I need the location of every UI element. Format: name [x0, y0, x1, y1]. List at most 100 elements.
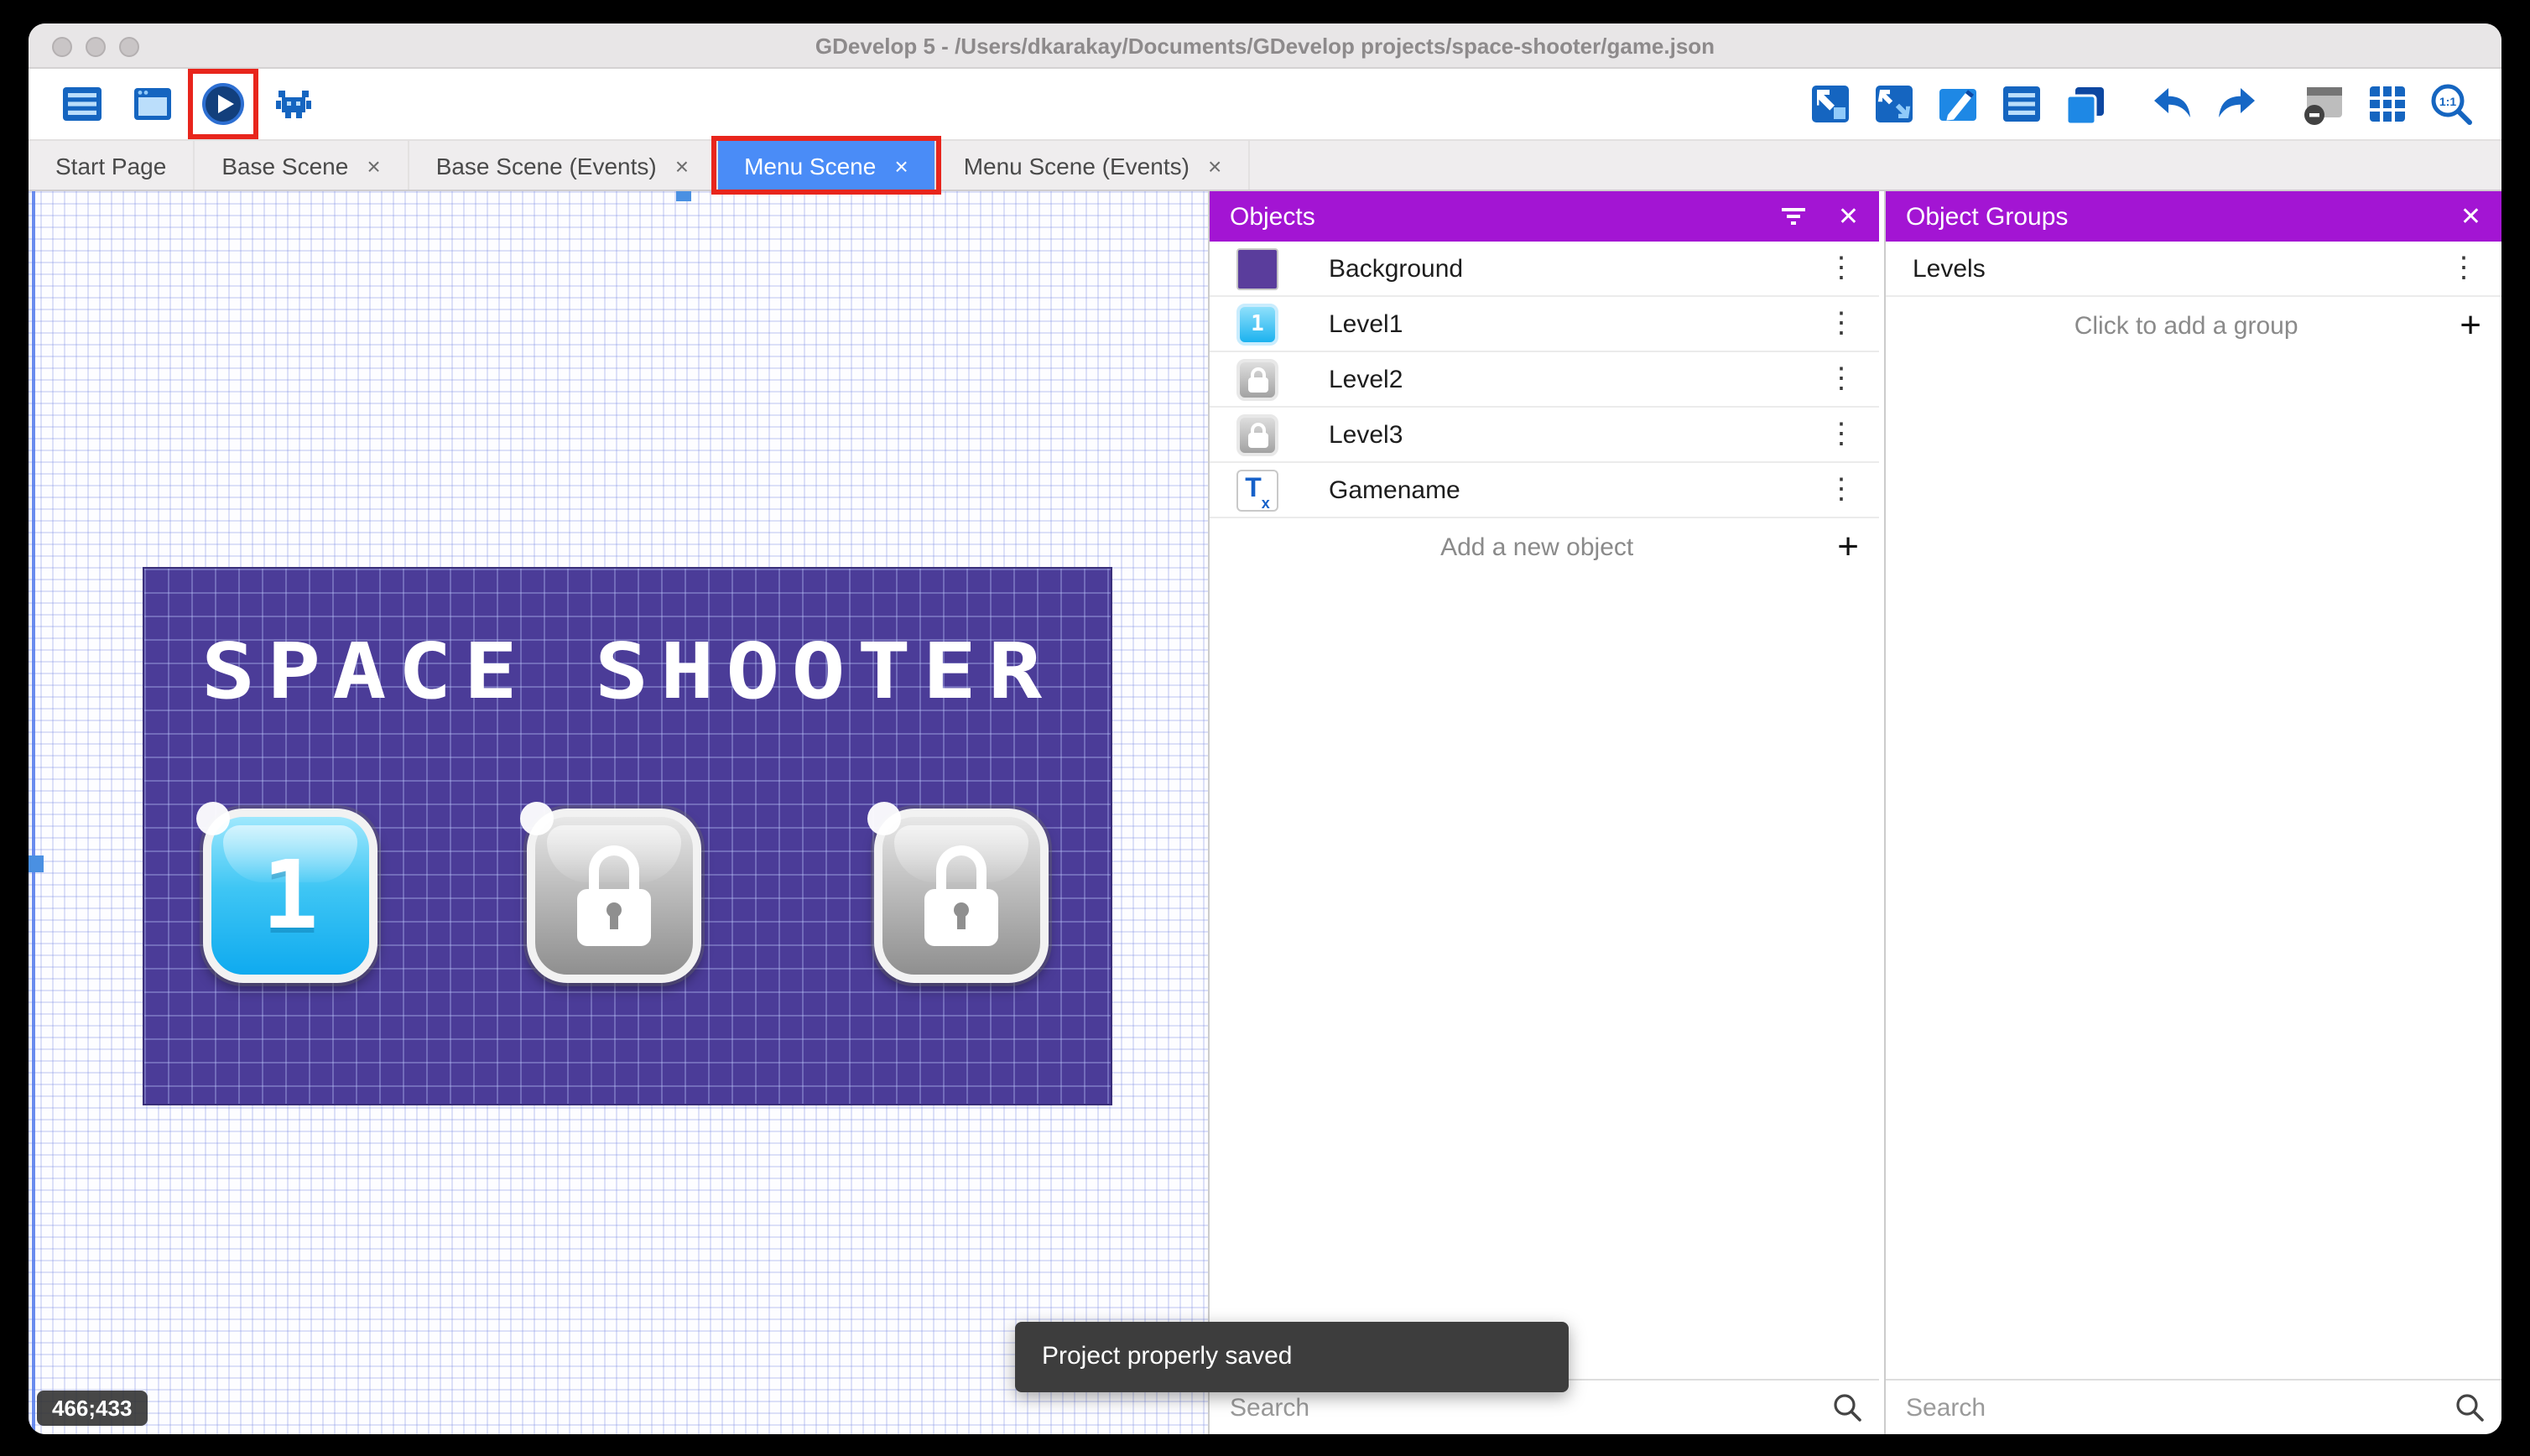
level1-button-sprite[interactable]: 1	[203, 809, 377, 983]
objects-editor-icon[interactable]	[1807, 81, 1854, 127]
search-icon	[1832, 1392, 1862, 1422]
level1-button-icon: 1	[1236, 303, 1278, 345]
preview-play-icon[interactable]	[200, 81, 247, 127]
properties-icon[interactable]	[1934, 81, 1981, 127]
gdevelop-window: GDevelop 5 - /Users/dkarakay/Documents/G…	[29, 23, 2501, 1434]
object-menu-icon[interactable]: ⋮	[1820, 473, 1862, 507]
tab-label: Base Scene (Events)	[436, 152, 657, 179]
objects-panel-title: Objects	[1230, 202, 1751, 231]
debugger-icon[interactable]	[270, 81, 317, 127]
group-label: Levels	[1913, 254, 2443, 283]
groups-search-bar	[1886, 1379, 2501, 1434]
scene-window-left-edge	[32, 191, 35, 1434]
object-menu-icon[interactable]: ⋮	[1820, 252, 1862, 285]
zoom-window-button[interactable]	[119, 36, 139, 56]
button-shine	[520, 802, 554, 835]
object-menu-icon[interactable]: ⋮	[1820, 362, 1862, 396]
objects-panel: Objects ✕ Background ⋮ 1 Level1 ⋮	[1208, 191, 1879, 1434]
object-groups-editor-icon[interactable]	[1871, 81, 1918, 127]
locked-button-icon	[1236, 358, 1278, 400]
mask-icon[interactable]	[2300, 81, 2347, 127]
object-row-gamename[interactable]: Tx Gamename ⋮	[1210, 463, 1879, 518]
tab-close-icon[interactable]: ×	[367, 153, 380, 177]
add-object-plus-icon[interactable]: +	[1837, 528, 1859, 565]
zoom-level-label: 1:1	[2439, 95, 2456, 108]
locked-button-icon	[1236, 413, 1278, 455]
objects-panel-empty-space	[1210, 575, 1879, 1379]
level3-button-sprite[interactable]	[874, 809, 1049, 983]
game-title-text[interactable]: SPACE SHOOTER	[143, 626, 1112, 716]
scroll-handle-top[interactable]	[676, 191, 691, 201]
search-icon	[2455, 1392, 2485, 1422]
project-manager-icon[interactable]	[59, 81, 106, 127]
add-group-label: Click to add a group	[1913, 311, 2460, 340]
close-window-button[interactable]	[52, 36, 72, 56]
object-menu-icon[interactable]: ⋮	[1820, 418, 1862, 451]
lock-icon	[921, 845, 1002, 946]
scene-preview[interactable]: SPACE SHOOTER 1	[143, 567, 1112, 1105]
object-label: Level2	[1329, 365, 1820, 393]
grid-icon[interactable]	[2364, 81, 2411, 127]
object-row-level2[interactable]: Level2 ⋮	[1210, 352, 1879, 408]
objects-search-input[interactable]	[1230, 1393, 1832, 1422]
object-label: Level1	[1329, 309, 1820, 338]
tab-bar: Start Page Base Scene × Base Scene (Even…	[29, 139, 2501, 190]
close-panel-icon[interactable]: ✕	[1838, 204, 1859, 229]
lock-icon	[574, 845, 654, 946]
object-row-level1[interactable]: 1 Level1 ⋮	[1210, 297, 1879, 352]
scroll-handle-left[interactable]	[29, 855, 44, 872]
layers-icon[interactable]	[2062, 81, 2109, 127]
object-label: Background	[1329, 254, 1820, 283]
minimize-window-button[interactable]	[86, 36, 106, 56]
object-label: Gamename	[1329, 476, 1820, 504]
tab-close-icon[interactable]: ×	[894, 153, 908, 177]
object-row-level3[interactable]: Level3 ⋮	[1210, 408, 1879, 463]
tab-start-page[interactable]: Start Page	[29, 141, 195, 190]
tab-label: Menu Scene	[744, 152, 876, 179]
tab-menu-scene-events[interactable]: Menu Scene (Events) ×	[937, 141, 1251, 190]
tab-label: Menu Scene (Events)	[964, 152, 1190, 179]
objects-panel-header: Objects ✕	[1210, 191, 1879, 242]
groups-panel-header: Object Groups ✕	[1886, 191, 2501, 242]
tab-menu-scene[interactable]: Menu Scene ×	[717, 141, 937, 190]
add-group-plus-icon[interactable]: +	[2460, 307, 2481, 344]
main-area: SPACE SHOOTER 1 466;433	[29, 190, 2501, 1434]
add-object-row[interactable]: Add a new object +	[1210, 518, 1879, 575]
add-group-row[interactable]: Click to add a group +	[1886, 297, 2501, 354]
cursor-coordinates: 466;433	[37, 1391, 147, 1426]
tab-close-icon[interactable]: ×	[675, 153, 689, 177]
text-object-icon: Tx	[1236, 469, 1278, 511]
zoom-icon[interactable]: 1:1	[2428, 81, 2475, 127]
window-title: GDevelop 5 - /Users/dkarakay/Documents/G…	[815, 33, 1715, 58]
groups-panel-empty-space	[1886, 354, 2501, 1379]
button-shine	[196, 802, 230, 835]
scene-editor-icon[interactable]	[129, 81, 176, 127]
filter-icon[interactable]	[1781, 203, 1808, 230]
tab-label: Base Scene	[221, 152, 348, 179]
object-row-background[interactable]: Background ⋮	[1210, 242, 1879, 297]
undo-icon[interactable]	[2149, 81, 2196, 127]
titlebar: GDevelop 5 - /Users/dkarakay/Documents/G…	[29, 23, 2501, 69]
add-object-label: Add a new object	[1236, 533, 1837, 561]
tab-base-scene[interactable]: Base Scene ×	[195, 141, 409, 190]
button-shine	[867, 802, 901, 835]
level2-button-sprite[interactable]	[527, 809, 701, 983]
desktop: GDevelop 5 - /Users/dkarakay/Documents/G…	[0, 0, 2530, 1456]
groups-search-input[interactable]	[1906, 1393, 2455, 1422]
close-panel-icon[interactable]: ✕	[2460, 204, 2481, 229]
background-swatch-icon	[1236, 247, 1278, 289]
tab-close-icon[interactable]: ×	[1208, 153, 1221, 177]
tab-base-scene-events[interactable]: Base Scene (Events) ×	[409, 141, 717, 190]
object-menu-icon[interactable]: ⋮	[1820, 307, 1862, 341]
instances-list-icon[interactable]	[1998, 81, 2045, 127]
object-groups-panel: Object Groups ✕ Levels ⋮ Click to add a …	[1884, 191, 2501, 1434]
groups-panel-title: Object Groups	[1906, 202, 2430, 231]
group-menu-icon[interactable]: ⋮	[2443, 252, 2485, 285]
toolbar: 1:1	[29, 69, 2501, 139]
level-number-label: 1	[211, 817, 369, 975]
object-label: Level3	[1329, 420, 1820, 449]
redo-icon[interactable]	[2213, 81, 2260, 127]
save-toast: Project properly saved	[1015, 1322, 1569, 1392]
group-row-levels[interactable]: Levels ⋮	[1886, 242, 2501, 297]
scene-canvas[interactable]: SPACE SHOOTER 1 466;433	[29, 191, 1208, 1434]
